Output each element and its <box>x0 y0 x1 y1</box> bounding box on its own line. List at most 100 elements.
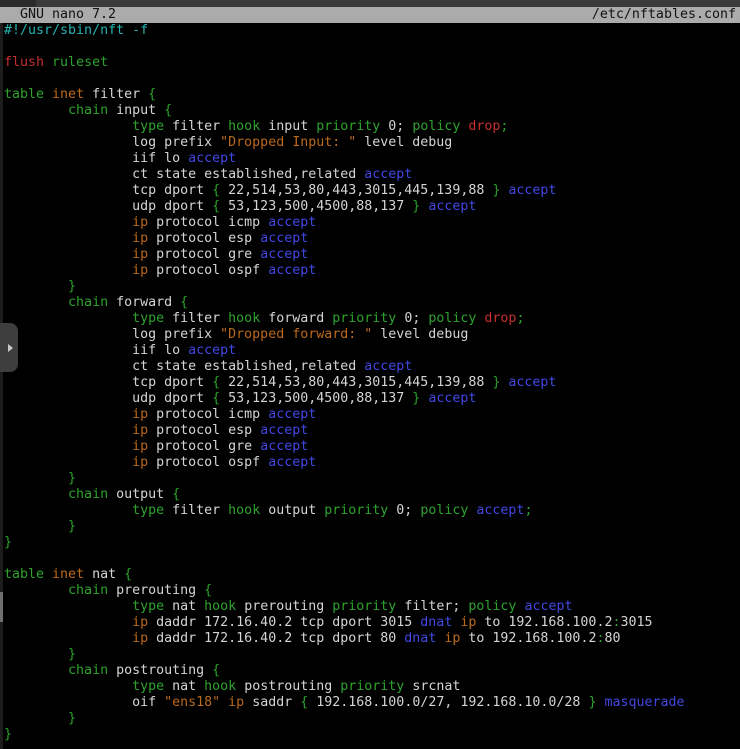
code-token: 0; <box>396 311 428 326</box>
code-token: postrouting <box>108 663 212 678</box>
code-token: masquerade <box>604 695 684 710</box>
code-token: table <box>4 567 44 582</box>
code-token: accept <box>428 199 476 214</box>
window-top-strip <box>0 0 740 7</box>
code-token: 53,123,500,4500,88,137 <box>220 199 412 214</box>
code-line: udp dport { 53,123,500,4500,88,137 } acc… <box>4 199 740 215</box>
code-token: 192.168.100.0/27, 192.168.10.0/28 <box>308 695 588 710</box>
code-token: priority <box>316 119 380 134</box>
code-token: chain <box>68 663 108 678</box>
code-token: protocol esp <box>148 423 260 438</box>
code-token: ip <box>132 231 148 246</box>
code-token: iif lo <box>4 343 188 358</box>
code-token: output <box>260 503 324 518</box>
code-token <box>4 311 132 326</box>
code-token: saddr <box>244 695 300 710</box>
code-line: udp dport { 53,123,500,4500,88,137 } acc… <box>4 391 740 407</box>
editor-content[interactable]: #!/usr/sbin/nft -f flush ruleset table ine… <box>4 23 740 743</box>
code-token: { <box>180 295 188 310</box>
code-token: protocol icmp <box>148 407 268 422</box>
right-arrow-icon <box>8 344 13 352</box>
code-token: priority <box>340 679 404 694</box>
code-line: chain prerouting { <box>4 583 740 599</box>
code-token: } <box>4 727 12 742</box>
code-token: hook <box>228 119 260 134</box>
code-token: accept <box>260 423 308 438</box>
code-token <box>4 215 132 230</box>
code-token: accept <box>364 167 412 182</box>
code-token <box>4 663 68 678</box>
code-line: log prefix "Dropped forward: " level deb… <box>4 327 740 343</box>
code-token <box>4 519 68 534</box>
code-line: type filter hook forward priority 0; pol… <box>4 311 740 327</box>
code-token: chain <box>68 295 108 310</box>
code-token <box>4 599 132 614</box>
code-token: output <box>108 487 172 502</box>
code-token: type <box>132 503 164 518</box>
code-token: ip <box>132 631 148 646</box>
code-token: oif <box>4 695 164 710</box>
code-token: { <box>212 391 220 406</box>
left-scrollbar-track <box>0 23 3 749</box>
code-token <box>4 679 132 694</box>
code-line: ct state established,related accept <box>4 167 740 183</box>
code-token: inet <box>52 87 84 102</box>
code-token: { <box>204 583 212 598</box>
open-file-path: /etc/nftables.conf <box>592 7 736 23</box>
code-token <box>4 263 132 278</box>
code-token <box>4 231 132 246</box>
code-line: tcp dport { 22,514,53,80,443,3015,445,13… <box>4 183 740 199</box>
code-token: type <box>132 119 164 134</box>
code-line: } <box>4 535 740 551</box>
code-token <box>4 455 132 470</box>
code-line: table inet nat { <box>4 567 740 583</box>
code-token: accept <box>268 215 316 230</box>
code-token: } <box>4 535 12 550</box>
control-bar-handle[interactable] <box>0 323 18 372</box>
code-token: ct state established,related <box>4 167 364 182</box>
code-token: accept <box>188 151 236 166</box>
code-line: } <box>4 279 740 295</box>
left-scrollbar-thumb[interactable] <box>0 592 3 622</box>
code-line: ip protocol esp accept <box>4 423 740 439</box>
code-token: daddr 172.16.40.2 tcp dport 80 <box>148 631 404 646</box>
code-token <box>4 631 132 646</box>
code-line: ip daddr 172.16.40.2 tcp dport 3015 dnat… <box>4 615 740 631</box>
code-token: { <box>148 87 156 102</box>
code-line: iif lo accept <box>4 151 740 167</box>
code-token: flush <box>4 55 44 70</box>
code-token: ; <box>500 119 508 134</box>
code-token <box>4 583 68 598</box>
code-token: hook <box>204 599 236 614</box>
code-token: } <box>68 647 76 662</box>
code-token: forward <box>108 295 180 310</box>
code-token: hook <box>228 503 260 518</box>
code-token: #!/usr/sbin/nft -f <box>4 23 148 38</box>
code-token: udp dport <box>4 391 212 406</box>
code-token: accept <box>268 263 316 278</box>
code-token: } <box>68 519 76 534</box>
code-token: ip <box>132 439 148 454</box>
code-line: ct state established,related accept <box>4 359 740 375</box>
code-token: ip <box>132 407 148 422</box>
code-token: to 192.168.100.2 <box>460 631 596 646</box>
code-line: chain input { <box>4 103 740 119</box>
code-line: ip protocol icmp accept <box>4 215 740 231</box>
code-token <box>44 55 52 70</box>
code-token: 80 <box>604 631 620 646</box>
code-token: "Dropped Input: " <box>220 135 356 150</box>
code-token: ; <box>516 311 524 326</box>
code-token: { <box>124 567 132 582</box>
code-token: level debug <box>356 135 452 150</box>
code-token: to 192.168.100.2 <box>476 615 612 630</box>
code-token: 22,514,53,80,443,3015,445,139,88 <box>220 183 492 198</box>
code-line <box>4 71 740 87</box>
code-line: ip daddr 172.16.40.2 tcp dport 80 dnat i… <box>4 631 740 647</box>
code-token: ip <box>132 263 148 278</box>
code-token: } <box>68 711 76 726</box>
code-line: flush ruleset <box>4 55 740 71</box>
code-token: dnat <box>404 631 436 646</box>
code-token: ; <box>524 503 532 518</box>
code-token: { <box>212 183 220 198</box>
code-token: filter; <box>396 599 468 614</box>
